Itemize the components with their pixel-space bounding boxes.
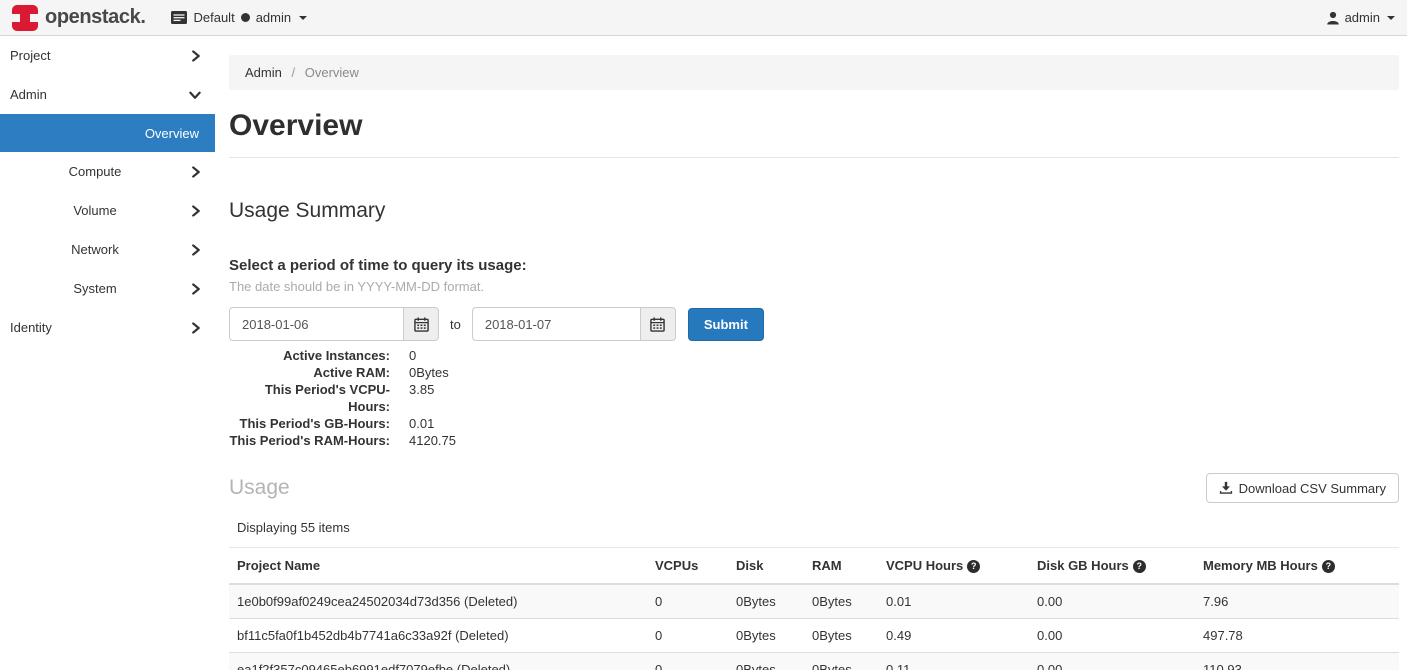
chevron-right-icon: [190, 244, 201, 255]
top-navbar: openstack. Default admin admin: [0, 0, 1407, 36]
user-label: admin: [1345, 10, 1380, 25]
submit-button[interactable]: Submit: [688, 308, 764, 341]
page-title: Overview: [229, 108, 1399, 144]
stat-active-instances: Active Instances: 0: [229, 347, 1399, 364]
stat-ram-hours: This Period's RAM-Hours: 4120.75: [229, 432, 1399, 449]
caret-down-icon: [1387, 16, 1395, 20]
column-header-vcpus[interactable]: VCPUs: [647, 548, 728, 585]
cell-ram: 0Bytes: [804, 619, 878, 653]
sidebar-item-system[interactable]: System: [0, 269, 215, 308]
usage-table: Project Name VCPUs Disk RAM VCPU Hours: [229, 547, 1399, 670]
usage-summary-heading: Usage Summary: [229, 199, 1399, 223]
column-header-vcpu-hours[interactable]: VCPU Hours: [878, 548, 1029, 585]
date-from-calendar-button[interactable]: [403, 307, 439, 341]
to-label: to: [450, 317, 461, 332]
list-card-icon: [171, 11, 187, 24]
cell-disk: 0Bytes: [728, 653, 804, 670]
chevron-right-icon: [190, 205, 201, 216]
dot-separator-icon: [241, 13, 250, 22]
date-to-calendar-button[interactable]: [640, 307, 676, 341]
cell-disk-gb-hours: 0.00: [1029, 584, 1195, 619]
chevron-right-icon: [190, 283, 201, 294]
project-label: admin: [256, 10, 291, 25]
chevron-right-icon: [190, 50, 201, 61]
cell-disk-gb-hours: 0.00: [1029, 653, 1195, 670]
date-to-input[interactable]: [472, 307, 640, 341]
date-range-form: to Submit: [229, 307, 1399, 341]
sidebar-item-admin[interactable]: Admin: [0, 75, 215, 114]
context-switcher-dropdown[interactable]: Default admin: [171, 10, 307, 25]
cell-vcpus: 0: [647, 619, 728, 653]
cell-vcpus: 0: [647, 653, 728, 670]
sidebar-item-project[interactable]: Project: [0, 36, 215, 75]
cell-disk: 0Bytes: [728, 619, 804, 653]
usage-table-header: Project Name VCPUs Disk RAM VCPU Hours: [229, 548, 1399, 585]
domain-label: Default: [193, 10, 234, 25]
person-icon: [1326, 11, 1340, 25]
cell-vcpu-hours: 0.01: [878, 584, 1029, 619]
stat-vcpu-hours: This Period's VCPU-Hours: 3.85: [229, 381, 1399, 415]
question-circle-icon[interactable]: [1133, 560, 1146, 573]
stat-gb-hours: This Period's GB-Hours: 0.01: [229, 415, 1399, 432]
table-row[interactable]: bf11c5fa0f1b452db4b7741a6c33a92f (Delete…: [229, 619, 1399, 653]
sidebar-item-volume[interactable]: Volume: [0, 191, 215, 230]
cell-memory-mb-hours: 110.93: [1195, 653, 1399, 670]
cell-ram: 0Bytes: [804, 653, 878, 670]
user-menu-dropdown[interactable]: admin: [1326, 10, 1395, 25]
date-to-group: [472, 307, 676, 341]
cell-project-name: 1e0b0f99af0249cea24502034d73d356 (Delete…: [229, 584, 647, 619]
question-circle-icon[interactable]: [967, 560, 980, 573]
breadcrumb: Admin / Overview: [229, 55, 1399, 90]
period-prompt: Select a period of time to query its usa…: [229, 257, 1399, 275]
cell-project-name: ea1f2f357c09465eb6991edf7079efbe (Delete…: [229, 653, 647, 670]
openstack-logo-icon: [12, 5, 38, 31]
chevron-down-icon: [189, 89, 201, 100]
usage-heading: Usage: [229, 476, 290, 500]
chevron-right-icon: [190, 166, 201, 177]
sidebar-item-identity[interactable]: Identity: [0, 308, 215, 347]
sidebar-item-overview[interactable]: Overview: [0, 114, 215, 152]
cell-vcpus: 0: [647, 584, 728, 619]
breadcrumb-separator: /: [291, 65, 295, 80]
download-icon: [1219, 481, 1233, 495]
download-csv-label: Download CSV Summary: [1239, 481, 1386, 496]
sidebar-item-compute[interactable]: Compute: [0, 152, 215, 191]
cell-memory-mb-hours: 7.96: [1195, 584, 1399, 619]
column-header-disk-gb-hours[interactable]: Disk GB Hours: [1029, 548, 1195, 585]
cell-disk-gb-hours: 0.00: [1029, 619, 1195, 653]
date-from-group: [229, 307, 439, 341]
sidebar-item-network[interactable]: Network: [0, 230, 215, 269]
date-from-input[interactable]: [229, 307, 403, 341]
breadcrumb-current: Overview: [305, 65, 359, 80]
chevron-right-icon: [190, 322, 201, 333]
calendar-icon: [414, 317, 429, 332]
usage-stats: Active Instances: 0 Active RAM: 0Bytes T…: [229, 347, 1399, 449]
brand-link[interactable]: openstack.: [12, 5, 145, 31]
cell-project-name: bf11c5fa0f1b452db4b7741a6c33a92f (Delete…: [229, 619, 647, 653]
download-csv-button[interactable]: Download CSV Summary: [1206, 473, 1399, 503]
breadcrumb-admin-link[interactable]: Admin: [245, 65, 282, 80]
usage-section-header: Usage Download CSV Summary: [229, 473, 1399, 503]
cell-memory-mb-hours: 497.78: [1195, 619, 1399, 653]
calendar-icon: [650, 317, 665, 332]
main-content: Admin / Overview Overview Usage Summary …: [229, 36, 1399, 670]
caret-down-icon: [299, 16, 307, 20]
stat-active-ram: Active RAM: 0Bytes: [229, 364, 1399, 381]
items-count: Displaying 55 items: [237, 521, 1399, 535]
column-header-ram[interactable]: RAM: [804, 548, 878, 585]
cell-vcpu-hours: 0.11: [878, 653, 1029, 670]
table-row[interactable]: ea1f2f357c09465eb6991edf7079efbe (Delete…: [229, 653, 1399, 670]
column-header-project-name[interactable]: Project Name: [229, 548, 647, 585]
cell-ram: 0Bytes: [804, 584, 878, 619]
date-format-hint: The date should be in YYYY-MM-DD format.: [229, 279, 1399, 295]
column-header-memory-mb-hours[interactable]: Memory MB Hours: [1195, 548, 1399, 585]
sidebar-nav: Project Admin Overview Compute Volume: [0, 36, 215, 670]
divider: [229, 157, 1399, 158]
question-circle-icon[interactable]: [1322, 560, 1335, 573]
table-row[interactable]: 1e0b0f99af0249cea24502034d73d356 (Delete…: [229, 584, 1399, 619]
brand-text: openstack.: [45, 6, 145, 29]
column-header-disk[interactable]: Disk: [728, 548, 804, 585]
cell-disk: 0Bytes: [728, 584, 804, 619]
cell-vcpu-hours: 0.49: [878, 619, 1029, 653]
